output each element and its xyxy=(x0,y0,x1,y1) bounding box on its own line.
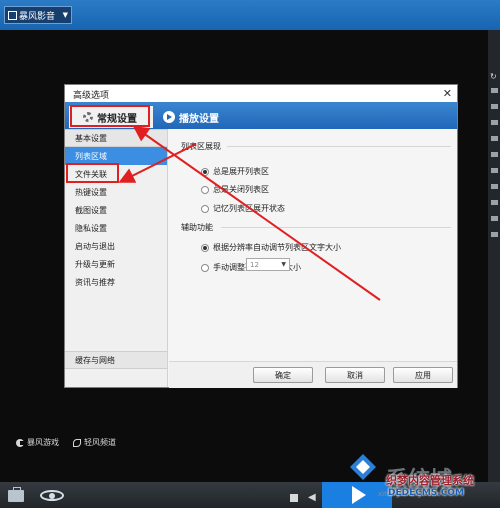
watermark-url: DEDECMS.COM xyxy=(388,488,464,498)
arrow-to-general-tab xyxy=(132,125,381,301)
player-window: 暴风影音 ▼ ↻ 暴风游戏 轻风频道 ◀ 高级选项 ✕ 常规设置 播放设置 基本… xyxy=(0,0,500,508)
watermark-logo-icon xyxy=(350,454,376,480)
watermark: 织梦内容管理系统 DEDECMS.COM xyxy=(346,452,496,504)
watermark-title: 织梦内容管理系统 xyxy=(386,474,474,487)
annotation-arrows xyxy=(118,125,381,301)
